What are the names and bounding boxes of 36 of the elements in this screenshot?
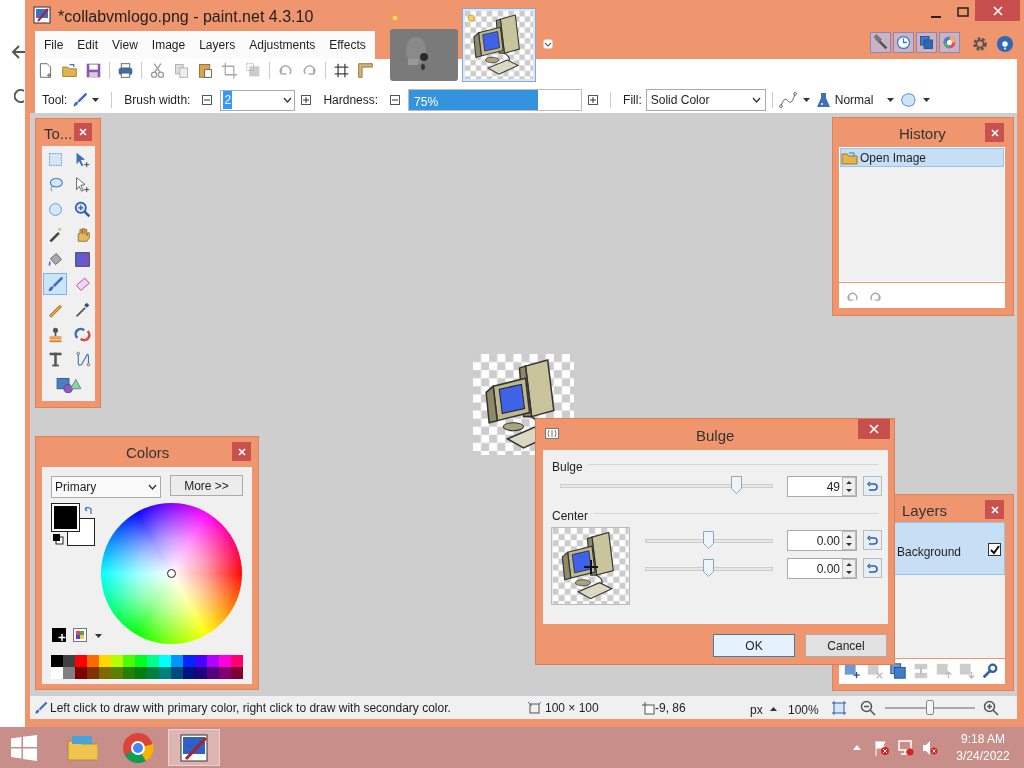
panel-title: To... — [44, 124, 73, 144]
menu-item[interactable]: File — [38, 36, 70, 54]
number-field[interactable]: 49 — [787, 476, 857, 497]
cancel-button[interactable]: Cancel — [805, 634, 887, 657]
history-item[interactable]: Open Image — [840, 148, 1004, 167]
units-dropdown[interactable]: px — [750, 701, 763, 719]
menu-item[interactable]: Effects — [323, 36, 372, 54]
more-button[interactable]: More >> — [170, 475, 243, 496]
menu-item[interactable]: Adjustments — [243, 36, 322, 54]
zoom-level: 100% — [788, 702, 819, 719]
hardness-value: 75% — [414, 94, 439, 111]
menu-item[interactable]: Edit — [71, 36, 105, 54]
number-field[interactable]: 0.00 — [787, 558, 857, 579]
status-hint: Left click to draw with primary color, right click to draw with secondary color. — [50, 699, 451, 717]
panel-title: History — [899, 124, 946, 144]
dialog-title: Bulge — [696, 426, 735, 446]
menu-item[interactable]: Layers — [193, 36, 242, 54]
brush-width-label: Brush width: — [124, 92, 191, 109]
panel-title: Layers — [902, 501, 948, 521]
menu-item[interactable]: View — [106, 36, 144, 54]
section-label: Bulge — [552, 459, 583, 476]
layer-name: Background — [897, 544, 962, 561]
fill-dropdown[interactable]: Solid Color — [645, 89, 766, 111]
hardness-label: Hardness: — [323, 92, 379, 109]
menu-item[interactable]: Image — [145, 36, 192, 54]
tool-label: Tool: — [42, 92, 68, 109]
cursor-position: -9, 86 — [655, 699, 686, 717]
fill-label: Fill: — [623, 92, 642, 109]
color-mode-dropdown[interactable]: Primary — [51, 476, 161, 498]
number-field[interactable]: 0.00 — [787, 530, 857, 551]
blend-mode-dropdown[interactable]: Normal — [834, 91, 874, 109]
panel-title: Colors — [126, 443, 170, 463]
ok-button[interactable]: OK — [713, 634, 795, 657]
image-size: 100 × 100 — [545, 699, 599, 717]
section-label: Center — [552, 508, 589, 525]
window-title: *collabvmlogo.png - paint.net 4.3.10 — [58, 7, 314, 27]
